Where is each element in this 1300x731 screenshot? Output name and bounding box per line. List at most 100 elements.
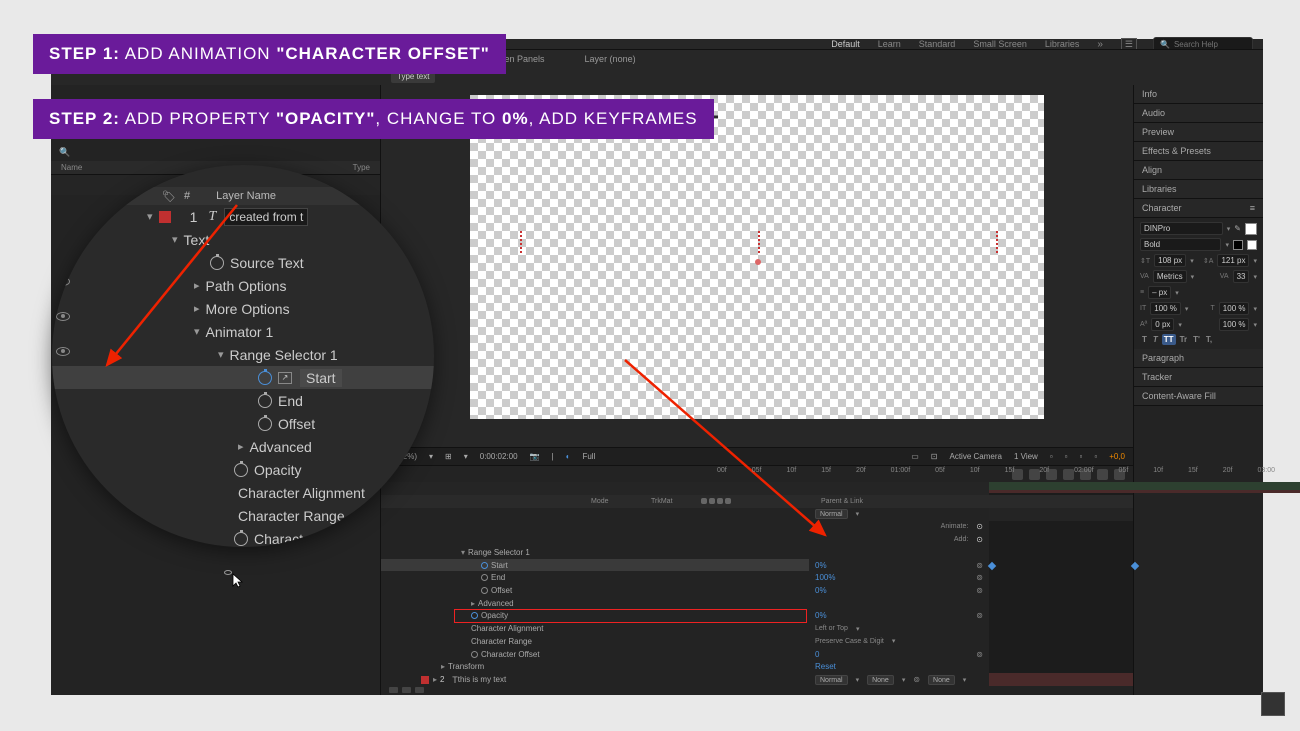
workspace-libraries[interactable]: Libraries bbox=[1045, 39, 1080, 49]
time-ruler[interactable] bbox=[989, 482, 1133, 495]
panel-audio[interactable]: Audio bbox=[1134, 104, 1263, 123]
project-search[interactable]: 🔍 bbox=[51, 143, 380, 161]
prop-transform[interactable]: Transform bbox=[448, 662, 484, 671]
prop-opacity[interactable]: Opacity bbox=[254, 462, 301, 478]
prop-char-offset[interactable]: Character Offset bbox=[481, 650, 540, 659]
stopwatch-icon[interactable] bbox=[481, 574, 488, 581]
val-char-offset[interactable]: 0 bbox=[815, 650, 819, 659]
parent-dropdown[interactable]: None bbox=[928, 675, 955, 685]
workspace-small[interactable]: Small Screen bbox=[973, 39, 1027, 49]
fill-color[interactable] bbox=[1245, 223, 1257, 235]
stopwatch-icon[interactable] bbox=[481, 587, 488, 594]
leading[interactable]: 121 px bbox=[1217, 254, 1249, 267]
anchor-marker[interactable] bbox=[756, 231, 762, 253]
stopwatch-icon[interactable] bbox=[258, 417, 272, 431]
stopwatch-icon[interactable] bbox=[234, 463, 248, 477]
stopwatch-icon[interactable] bbox=[258, 394, 272, 408]
layer-name-input[interactable]: created from t bbox=[224, 208, 308, 226]
smallcaps-btn[interactable]: Tr bbox=[1178, 334, 1190, 345]
graph-icon[interactable]: ↗ bbox=[278, 372, 292, 384]
timecode[interactable]: 0:00:02:00 bbox=[480, 452, 518, 461]
add-animate-icon[interactable]: ⊙ bbox=[976, 522, 983, 531]
prop-end[interactable]: End bbox=[278, 393, 303, 409]
stopwatch-icon[interactable] bbox=[481, 562, 488, 569]
col-mode[interactable]: Mode bbox=[591, 498, 609, 505]
prop-advanced[interactable]: Advanced bbox=[478, 599, 514, 608]
stroke-color[interactable] bbox=[1233, 240, 1243, 250]
stopwatch-icon[interactable] bbox=[210, 256, 224, 270]
layer-name[interactable]: this is my text bbox=[458, 675, 506, 684]
anchor-marker[interactable] bbox=[994, 231, 1000, 253]
mode-dropdown[interactable]: Normal bbox=[815, 675, 848, 685]
composition-viewer[interactable]: THIS IS MY TEXT bbox=[381, 85, 1133, 447]
eyedropper-icon[interactable]: ✎ bbox=[1234, 224, 1241, 233]
camera-icon[interactable]: 📷 bbox=[530, 452, 540, 461]
comp-canvas[interactable]: THIS IS MY TEXT bbox=[470, 95, 1044, 419]
stopwatch-icon[interactable] bbox=[258, 371, 272, 385]
prop-animator[interactable]: Animator 1 bbox=[206, 324, 274, 340]
subscript-btn[interactable]: T, bbox=[1204, 334, 1214, 345]
stopwatch-icon[interactable] bbox=[234, 532, 248, 546]
view-count[interactable]: 1 View bbox=[1014, 452, 1038, 461]
prop-char-offset[interactable]: Charact bbox=[254, 531, 303, 547]
layer-row[interactable]: ▾ 1 T created from t bbox=[52, 205, 434, 228]
ctrl-icon[interactable]: ▾ bbox=[464, 452, 468, 461]
font-size[interactable]: 108 px bbox=[1154, 254, 1186, 267]
tl-switch-icon[interactable] bbox=[415, 687, 424, 693]
workspace-standard[interactable]: Standard bbox=[919, 39, 956, 49]
prop-source-text[interactable]: Source Text bbox=[230, 255, 304, 271]
prop-offset[interactable]: Offset bbox=[491, 586, 512, 595]
trkmat-dropdown[interactable]: None bbox=[867, 675, 894, 685]
prop-range[interactable]: Range Selector 1 bbox=[230, 347, 338, 363]
ctrl-icon[interactable]: ▫ bbox=[1050, 452, 1053, 461]
prop-char-align[interactable]: Character Alignment bbox=[238, 485, 365, 501]
tag-icon[interactable]: 🏷 bbox=[162, 190, 176, 203]
ctrl-icon[interactable]: ▫ bbox=[1080, 452, 1083, 461]
ctrl-icon[interactable]: ▫ bbox=[1094, 452, 1097, 461]
workspace-default[interactable]: Default bbox=[831, 39, 860, 49]
color-swatch[interactable] bbox=[159, 211, 171, 223]
panel-paragraph[interactable]: Paragraph bbox=[1134, 349, 1263, 368]
prop-start[interactable]: Start bbox=[491, 561, 508, 570]
allcaps-btn[interactable]: TT bbox=[1162, 334, 1176, 345]
col-trkmat[interactable]: TrkMat bbox=[651, 498, 673, 505]
tl-switch-icon[interactable] bbox=[402, 687, 411, 693]
val-end[interactable]: 100% bbox=[815, 573, 835, 582]
prop-path[interactable]: Path Options bbox=[206, 278, 287, 294]
val-char-align[interactable]: Left or Top bbox=[815, 625, 848, 632]
workspace-learn[interactable]: Learn bbox=[878, 39, 901, 49]
hscale[interactable]: 100 % bbox=[1219, 302, 1250, 315]
active-camera[interactable]: Active Camera bbox=[949, 452, 1001, 461]
resolution[interactable]: Full bbox=[582, 452, 595, 461]
swap-color[interactable] bbox=[1247, 240, 1257, 250]
val-transform[interactable]: Reset bbox=[815, 662, 836, 671]
panel-align[interactable]: Align bbox=[1134, 161, 1263, 180]
font-family[interactable]: DINPro bbox=[1140, 222, 1223, 235]
eye-icon[interactable] bbox=[224, 570, 232, 575]
tracking[interactable]: 33 bbox=[1233, 270, 1250, 283]
baseline-shift[interactable]: 0 px bbox=[1151, 318, 1174, 331]
val-opacity[interactable]: 0% bbox=[815, 611, 827, 620]
panel-info[interactable]: Info bbox=[1134, 85, 1263, 104]
layer-row-2[interactable]: ▸2 Tthis is my textNormal▾None▾⊚None▾ bbox=[381, 673, 1133, 686]
colorspace-icon[interactable]: ◐ bbox=[566, 452, 571, 461]
font-style[interactable]: Bold bbox=[1140, 238, 1221, 251]
tl-switch-icon[interactable] bbox=[389, 687, 398, 693]
panel-preview[interactable]: Preview bbox=[1134, 123, 1263, 142]
prop-end[interactable]: End bbox=[491, 573, 505, 582]
prop-char-range[interactable]: Character Range bbox=[471, 637, 532, 646]
prop-offset[interactable]: Offset bbox=[278, 416, 315, 432]
val-start[interactable]: 0% bbox=[815, 561, 827, 570]
panel-libraries[interactable]: Libraries bbox=[1134, 180, 1263, 199]
layer-row-1[interactable]: Normal▾ bbox=[381, 508, 1133, 521]
kerning[interactable]: Metrics bbox=[1153, 270, 1187, 283]
ctrl-icon[interactable]: ▭ bbox=[911, 452, 919, 461]
val-offset[interactable]: 0% bbox=[815, 586, 827, 595]
panel-effects[interactable]: Effects & Presets bbox=[1134, 142, 1263, 161]
panel-character[interactable]: Character≡ bbox=[1134, 199, 1263, 218]
ctrl-icon[interactable]: ▫ bbox=[1065, 452, 1068, 461]
prop-more[interactable]: More Options bbox=[206, 301, 290, 317]
panel-tracker[interactable]: Tracker bbox=[1134, 368, 1263, 387]
stroke-width[interactable]: – px bbox=[1148, 286, 1171, 299]
panel-caf[interactable]: Content-Aware Fill bbox=[1134, 387, 1263, 406]
